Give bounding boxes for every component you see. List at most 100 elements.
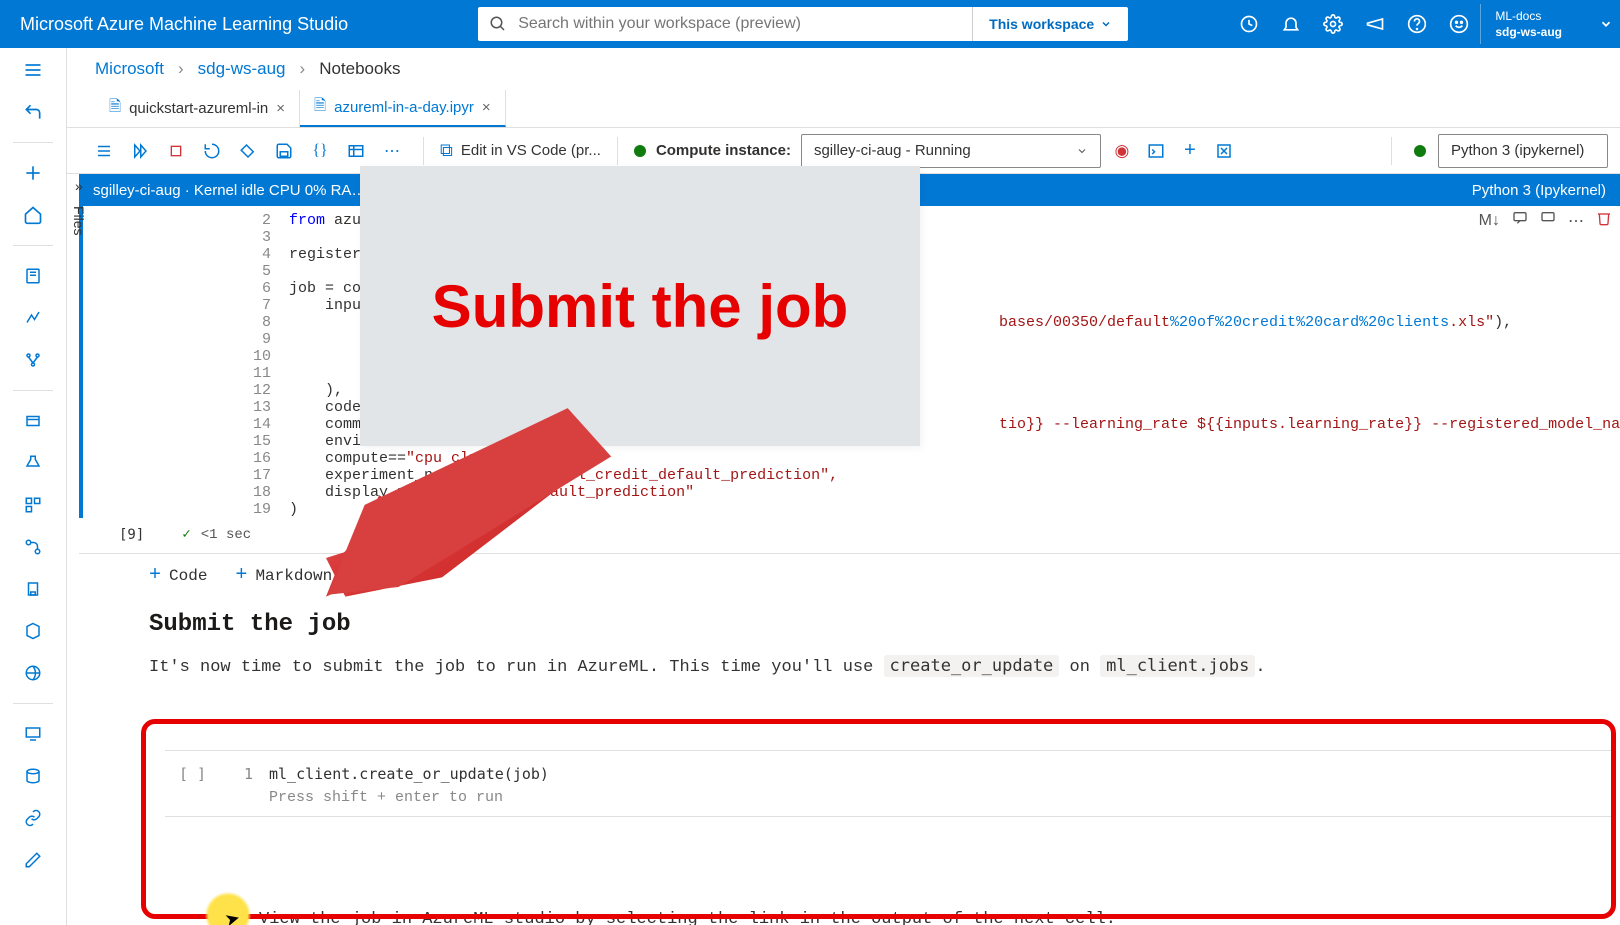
global-search[interactable]: This workspace xyxy=(478,7,1128,41)
tab-label: quickstart-azureml-in xyxy=(129,100,268,117)
compute-label: Compute instance: xyxy=(656,142,791,159)
chevron-right-icon: › xyxy=(178,59,184,79)
notebook-icon[interactable] xyxy=(21,264,45,288)
status-running-icon xyxy=(634,145,646,157)
menu-icon[interactable] xyxy=(89,136,119,166)
compute-select[interactable]: sgilley-ci-aug - Running xyxy=(801,134,1101,168)
run-all-icon[interactable] xyxy=(125,136,155,166)
close-icon[interactable]: × xyxy=(482,99,491,116)
undo-icon[interactable] xyxy=(21,100,45,124)
compute-instance-area: Compute instance: sgilley-ci-aug - Runni… xyxy=(634,134,1101,168)
plus-icon: + xyxy=(149,564,161,587)
data-icon[interactable] xyxy=(21,409,45,433)
kernel-value: Python 3 (ipykernel) xyxy=(1451,142,1584,159)
code-line[interactable]: 16 compute=="cpu cluster", xyxy=(79,450,1620,467)
plus-icon[interactable] xyxy=(21,161,45,185)
breadcrumb-page: Notebooks xyxy=(319,59,400,79)
pipelines-icon[interactable] xyxy=(21,535,45,559)
add-code-button[interactable]: +Code xyxy=(149,564,207,587)
table-icon[interactable] xyxy=(341,136,371,166)
add-cell-buttons: +Code +Markdown xyxy=(79,554,1620,591)
designer-icon[interactable] xyxy=(21,348,45,372)
breadcrumb-root[interactable]: Microsoft xyxy=(95,59,164,79)
datastores-icon[interactable] xyxy=(21,764,45,788)
execution-count: [9] xyxy=(119,527,172,543)
files-sidebar-tab[interactable]: Files xyxy=(67,200,91,242)
file-icon: 🗎 xyxy=(109,96,121,121)
chevron-right-icon: › xyxy=(300,59,306,79)
gear-icon[interactable] xyxy=(1312,0,1354,48)
submit-heading: Submit the job xyxy=(149,611,1620,638)
endpoints-icon[interactable] xyxy=(21,661,45,685)
clock-icon[interactable] xyxy=(1228,0,1270,48)
account-block[interactable]: ML-docs sdg-ws-aug xyxy=(1480,4,1592,44)
restart-icon[interactable] xyxy=(197,136,227,166)
app-title: Microsoft Azure Machine Learning Studio xyxy=(20,14,348,35)
callout-text: Submit the job xyxy=(432,272,849,341)
linked-services-icon[interactable] xyxy=(21,806,45,830)
close-icon[interactable]: × xyxy=(276,100,285,117)
models-icon[interactable] xyxy=(21,619,45,643)
chevron-down-icon xyxy=(1100,18,1112,30)
edit-in-vscode-button[interactable]: ⧉ Edit in VS Code (pr... xyxy=(440,140,601,161)
code-line[interactable]: 18 display_name=="credit_default_predict… xyxy=(79,484,1620,501)
search-icon xyxy=(478,15,518,33)
clear-icon[interactable] xyxy=(233,136,263,166)
stop-icon[interactable] xyxy=(161,136,191,166)
breadcrumb: Microsoft › sdg-ws-aug › Notebooks xyxy=(67,48,1620,90)
check-icon: ✓ xyxy=(182,526,190,543)
chevron-down-icon xyxy=(1076,145,1088,157)
components-icon[interactable] xyxy=(21,493,45,517)
automl-icon[interactable] xyxy=(21,306,45,330)
compute-value: sgilley-ci-aug - Running xyxy=(814,142,971,159)
refresh-compute-icon[interactable] xyxy=(1209,136,1239,166)
add-markdown-button[interactable]: +Markdown xyxy=(235,564,332,587)
file-tabs: 🗎 quickstart-azureml-in × 🗎 azureml-in-a… xyxy=(67,90,1620,128)
help-icon[interactable] xyxy=(1396,0,1438,48)
kernel-name-text: Python 3 (Ipykernel) xyxy=(1472,182,1606,199)
stop-compute-icon[interactable]: ◉ xyxy=(1107,136,1137,166)
home-icon[interactable] xyxy=(21,203,45,227)
bell-icon[interactable] xyxy=(1270,0,1312,48)
submit-paragraph: It's now time to submit the job to run i… xyxy=(149,656,1620,677)
execution-time: <1 sec xyxy=(201,527,251,543)
edit-icon[interactable] xyxy=(21,848,45,872)
annotation-red-box xyxy=(141,719,1616,919)
search-scope-dropdown[interactable]: This workspace xyxy=(972,7,1128,41)
tab-label: azureml-in-a-day.ipyr xyxy=(334,99,474,116)
account-tenant: ML-docs xyxy=(1495,8,1562,24)
search-scope-label: This workspace xyxy=(989,16,1094,32)
vscode-icon: ⧉ xyxy=(440,140,453,161)
code-line[interactable]: 19) xyxy=(79,501,1620,518)
annotation-arrow xyxy=(326,400,616,603)
megaphone-icon[interactable] xyxy=(1354,0,1396,48)
save-icon[interactable] xyxy=(269,136,299,166)
variable-icon[interactable]: {} xyxy=(305,136,335,166)
kernel-status-icon xyxy=(1414,145,1426,157)
code-line[interactable]: 17 experiment_name=="train_model_credit_… xyxy=(79,467,1620,484)
compute-icon[interactable] xyxy=(21,722,45,746)
vscode-label: Edit in VS Code (pr... xyxy=(461,142,601,159)
chevron-collapse-icon[interactable]: » xyxy=(75,178,83,194)
left-nav-rail xyxy=(0,48,67,925)
more-icon[interactable]: ⋯ xyxy=(377,136,407,166)
environments-icon[interactable] xyxy=(21,577,45,601)
top-title-bar: Microsoft Azure Machine Learning Studio … xyxy=(0,0,1620,48)
hamburger-icon[interactable] xyxy=(21,58,45,82)
add-compute-icon[interactable]: + xyxy=(1175,136,1205,166)
account-workspace: sdg-ws-aug xyxy=(1495,24,1562,40)
markdown-cell-submit: Submit the job It's now time to submit t… xyxy=(79,591,1620,685)
chevron-down-icon[interactable] xyxy=(1592,0,1620,48)
terminal-icon[interactable] xyxy=(1141,136,1171,166)
kernel-status-text: sgilley-ci-aug · Kernel idle CPU 0% RA… xyxy=(93,182,366,199)
file-icon: 🗎 xyxy=(314,95,326,120)
jobs-icon[interactable] xyxy=(21,451,45,475)
tab-azureml-day[interactable]: 🗎 azureml-in-a-day.ipyr × xyxy=(300,90,506,127)
breadcrumb-workspace[interactable]: sdg-ws-aug xyxy=(198,59,286,79)
cell-execution-status: [9] ✓ <1 sec xyxy=(79,518,1620,554)
smiley-icon[interactable] xyxy=(1438,0,1480,48)
plus-icon: + xyxy=(235,564,247,587)
search-input[interactable] xyxy=(518,15,972,33)
kernel-select[interactable]: Python 3 (ipykernel) xyxy=(1438,134,1608,168)
tab-quickstart[interactable]: 🗎 quickstart-azureml-in × xyxy=(95,90,300,127)
